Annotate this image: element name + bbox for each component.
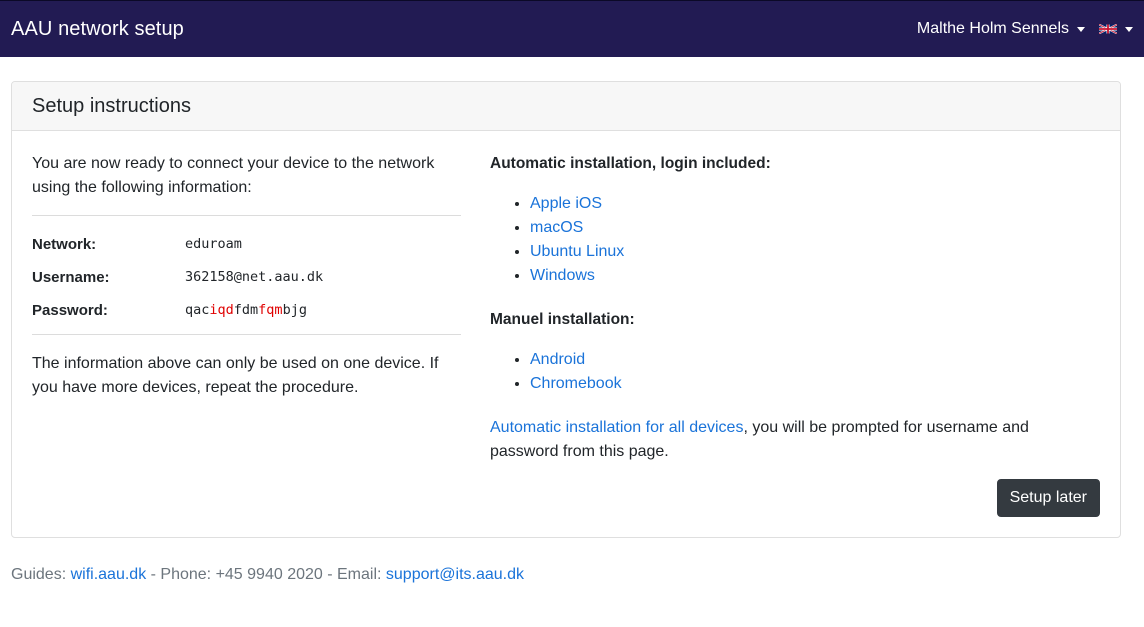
password-part-highlight: fqm (258, 302, 283, 318)
credentials-list: Network: eduroam Username: 362158@net.aa… (32, 216, 461, 334)
divider (32, 334, 461, 335)
all-devices-text: Automatic installation for all devices, … (490, 416, 1090, 464)
network-value: eduroam (185, 236, 242, 252)
password-part: qac (185, 302, 210, 318)
link-macos[interactable]: macOS (530, 219, 583, 236)
setup-card: Setup instructions You are now ready to … (11, 81, 1121, 538)
list-item: Windows (530, 264, 1090, 288)
intro-text: You are now ready to connect your device… (32, 155, 435, 196)
password-row: Password: qaciqdfdmfqmbjg (32, 299, 307, 321)
note-text: The information above can only be used o… (32, 355, 439, 396)
footer-guides-label: Guides: (11, 566, 71, 583)
password-value: qaciqdfdmfqmbjg (185, 302, 307, 318)
installation-column: Automatic installation, login included: … (490, 152, 1090, 464)
card-title: Setup instructions (32, 94, 191, 117)
list-item: macOS (530, 216, 1090, 240)
list-item: Android (530, 348, 1090, 372)
credentials-column: You are now ready to connect your device… (32, 152, 461, 400)
manual-install-title: Manuel installation: (490, 311, 635, 328)
password-part-highlight: iqd (209, 302, 234, 318)
username-row: Username: 362158@net.aau.dk (32, 266, 323, 288)
uk-flag-icon (1099, 24, 1117, 34)
footer-email-link[interactable]: support@its.aau.dk (386, 566, 524, 583)
password-part: fdm (233, 302, 259, 318)
chevron-down-icon (1125, 26, 1133, 32)
chevron-down-icon (1077, 26, 1085, 32)
user-name: Malthe Holm Sennels (916, 20, 1069, 37)
footer: Guides: wifi.aau.dk - Phone: +45 9940 20… (11, 563, 524, 587)
top-navbar: AAU network setup Malthe Holm Sennels (0, 0, 1144, 57)
setup-later-button[interactable]: Setup later (996, 479, 1100, 517)
footer-contact-text: - Phone: +45 9940 2020 - Email: (146, 566, 386, 583)
link-android[interactable]: Android (530, 351, 585, 368)
username-label: Username: (32, 268, 110, 286)
password-label: Password: (32, 301, 108, 319)
list-item: Chromebook (530, 372, 1090, 396)
username-value: 362158@net.aau.dk (185, 269, 324, 285)
network-label: Network: (32, 235, 97, 253)
language-dropdown[interactable] (1099, 24, 1133, 34)
auto-install-title: Automatic installation, login included: (490, 155, 771, 172)
footer-guides-link[interactable]: wifi.aau.dk (71, 566, 147, 583)
card-header: Setup instructions (12, 82, 1120, 131)
navbar-right: Malthe Holm Sennels (917, 1, 1133, 57)
brand-title[interactable]: AAU network setup (11, 18, 184, 41)
link-chromebook[interactable]: Chromebook (530, 375, 622, 392)
password-part: bjg (282, 302, 307, 318)
list-item: Apple iOS (530, 192, 1090, 216)
link-apple-ios[interactable]: Apple iOS (530, 195, 602, 212)
manual-install-list: Android Chromebook (490, 348, 1090, 396)
network-row: Network: eduroam (32, 233, 242, 255)
list-item: Ubuntu Linux (530, 240, 1090, 264)
user-menu-dropdown[interactable]: Malthe Holm Sennels (917, 20, 1085, 38)
link-ubuntu-linux[interactable]: Ubuntu Linux (530, 243, 624, 260)
link-all-devices[interactable]: Automatic installation for all devices (490, 419, 743, 436)
link-windows[interactable]: Windows (530, 267, 595, 284)
auto-install-list: Apple iOS macOS Ubuntu Linux Windows (490, 192, 1090, 288)
